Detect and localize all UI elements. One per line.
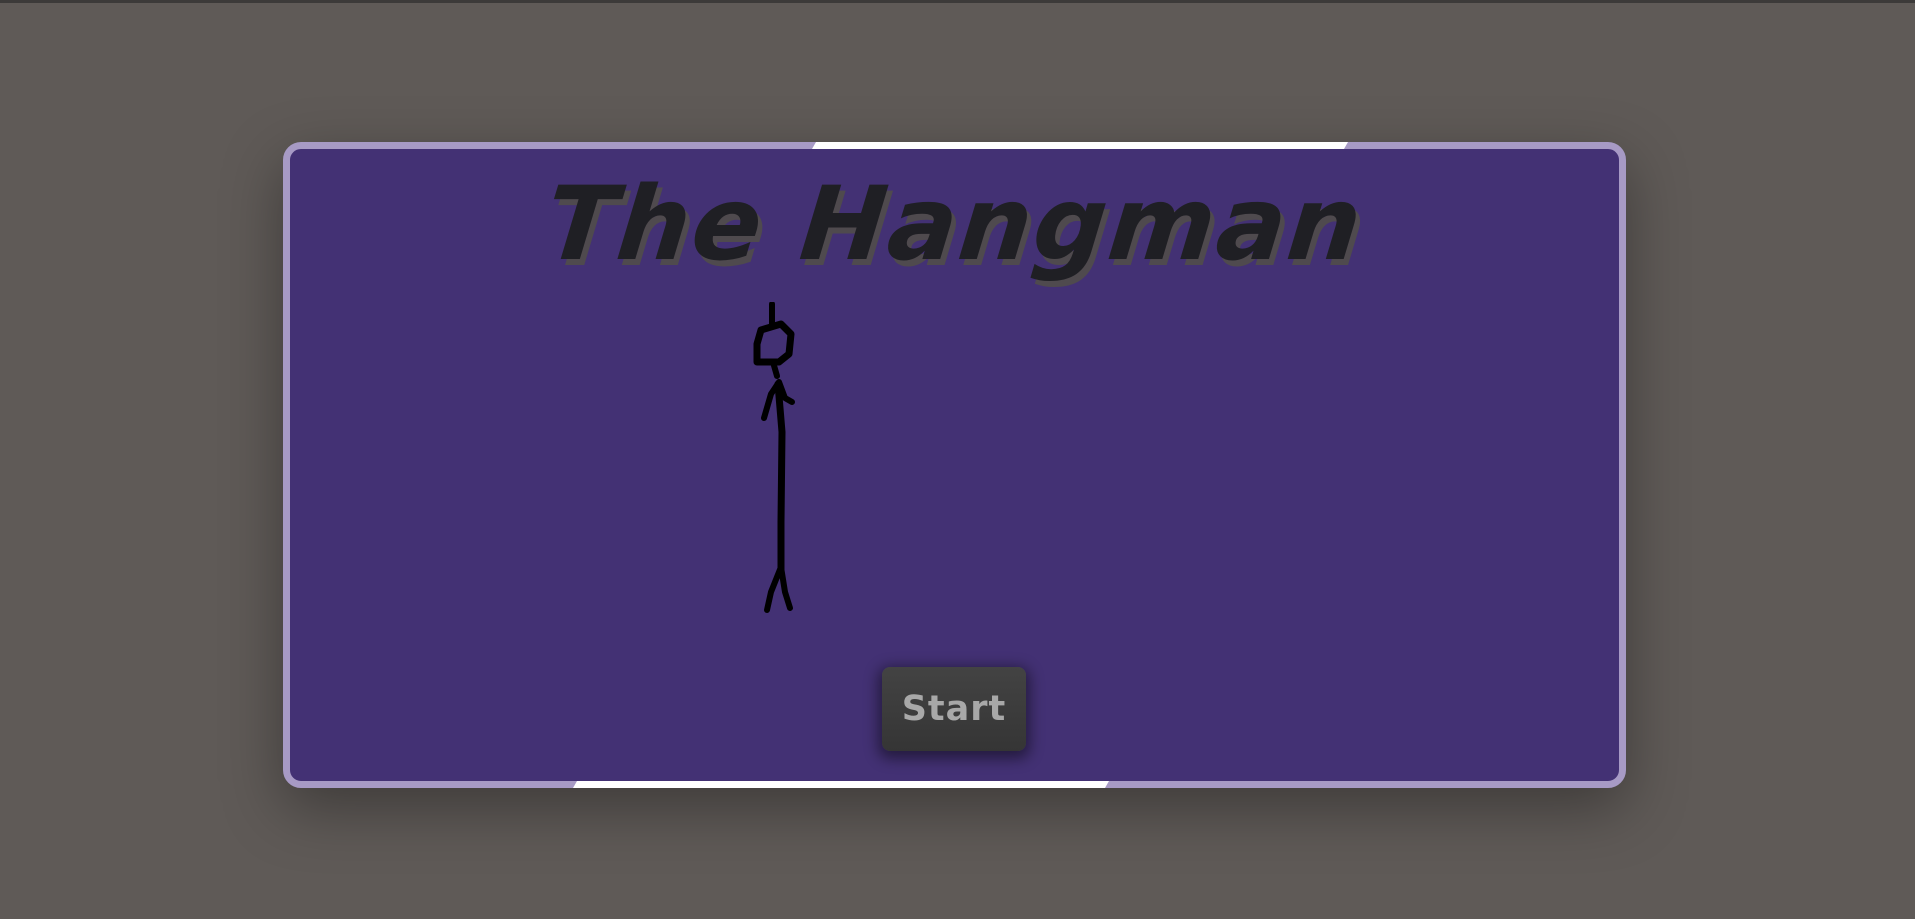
game-card: The Hangman Start	[283, 142, 1626, 788]
window-top-strip	[0, 0, 1915, 3]
head-icon	[753, 320, 795, 366]
hangman-figure-icon	[753, 302, 795, 613]
game-title: The Hangman	[540, 165, 1370, 284]
start-button[interactable]: Start	[882, 667, 1026, 751]
body-icon	[774, 380, 786, 576]
legs-icon	[764, 564, 793, 613]
card-bottom-highlight	[573, 781, 1109, 788]
card-top-highlight	[812, 142, 1348, 149]
neck-icon	[770, 359, 780, 379]
